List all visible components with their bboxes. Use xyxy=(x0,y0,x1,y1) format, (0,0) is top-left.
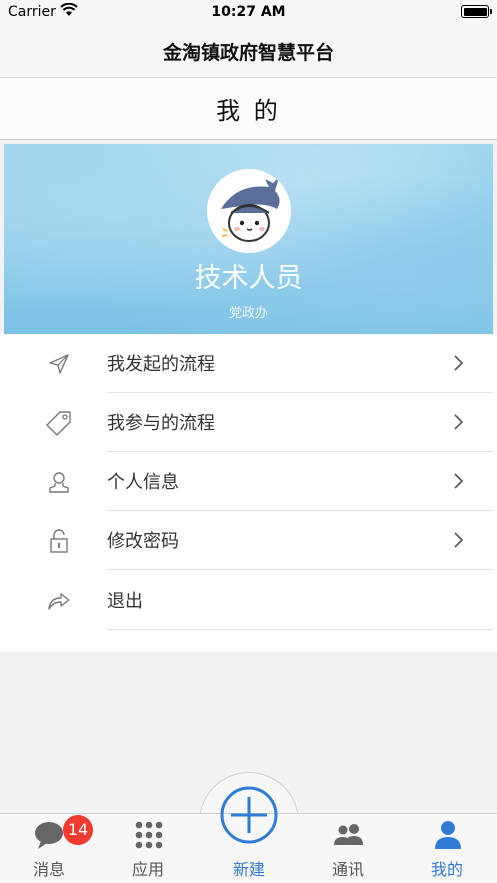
tab-mine[interactable]: 我的 xyxy=(407,813,487,883)
tab-label: 消息 xyxy=(32,860,65,879)
tab-contacts[interactable]: 通讯 xyxy=(308,813,388,883)
divider xyxy=(107,629,493,630)
chevron-right-icon xyxy=(454,355,464,371)
menu-item-logout[interactable]: 退出 xyxy=(0,571,497,630)
profile-menu: 我发起的流程 我参与的流程 个人信息 修改密码 退出 xyxy=(0,334,497,652)
grid-apps-icon xyxy=(135,821,163,849)
divider xyxy=(107,569,493,570)
tab-label: 应用 xyxy=(131,860,164,879)
profile-name: 技术人员 xyxy=(194,263,303,294)
tab-label: 新建 xyxy=(232,860,265,879)
menu-item-personal-info[interactable]: 个人信息 xyxy=(0,452,497,511)
app-title-bar: 金淘镇政府智慧平台 xyxy=(0,26,497,78)
menu-item-my-initiated-processes[interactable]: 我发起的流程 xyxy=(0,334,497,393)
avatar[interactable] xyxy=(207,169,291,253)
tab-new[interactable]: 新建 xyxy=(209,813,289,883)
battery-icon xyxy=(461,5,492,18)
tab-apps[interactable]: 应用 xyxy=(108,813,188,883)
unread-badge: 14 xyxy=(63,815,93,845)
menu-item-my-participated-processes[interactable]: 我参与的流程 xyxy=(0,393,497,452)
send-icon xyxy=(49,354,69,374)
user-icon xyxy=(49,472,69,493)
page-title: 我 的 xyxy=(216,97,281,125)
menu-item-label: 个人信息 xyxy=(107,472,179,493)
chevron-right-icon xyxy=(454,532,464,548)
page-header: 我 的 xyxy=(0,78,497,140)
menu-item-label: 我发起的流程 xyxy=(107,354,215,375)
chat-bubble-icon xyxy=(35,822,63,849)
menu-item-label: 我参与的流程 xyxy=(107,413,215,434)
tab-label: 我的 xyxy=(430,860,463,879)
user-profile-icon xyxy=(435,821,461,849)
profile-department: 党政办 xyxy=(228,306,268,321)
menu-item-label: 修改密码 xyxy=(107,531,179,552)
status-bar: Carrier 10:27 AM xyxy=(0,0,497,26)
profile-banner: 技术人员 党政办 xyxy=(4,144,493,334)
tag-icon xyxy=(46,411,71,436)
menu-item-label: 退出 xyxy=(107,591,143,612)
avatar-shark-icon xyxy=(207,169,291,253)
menu-item-change-password[interactable]: 修改密码 xyxy=(0,511,497,570)
share-forward-icon xyxy=(48,593,70,610)
tab-label: 通讯 xyxy=(331,860,364,879)
chevron-right-icon xyxy=(454,414,464,430)
app-title: 金淘镇政府智慧平台 xyxy=(162,42,334,64)
lock-icon xyxy=(50,529,68,553)
clock: 10:27 AM xyxy=(211,4,286,20)
contacts-icon xyxy=(334,824,363,845)
chevron-right-icon xyxy=(454,473,464,489)
